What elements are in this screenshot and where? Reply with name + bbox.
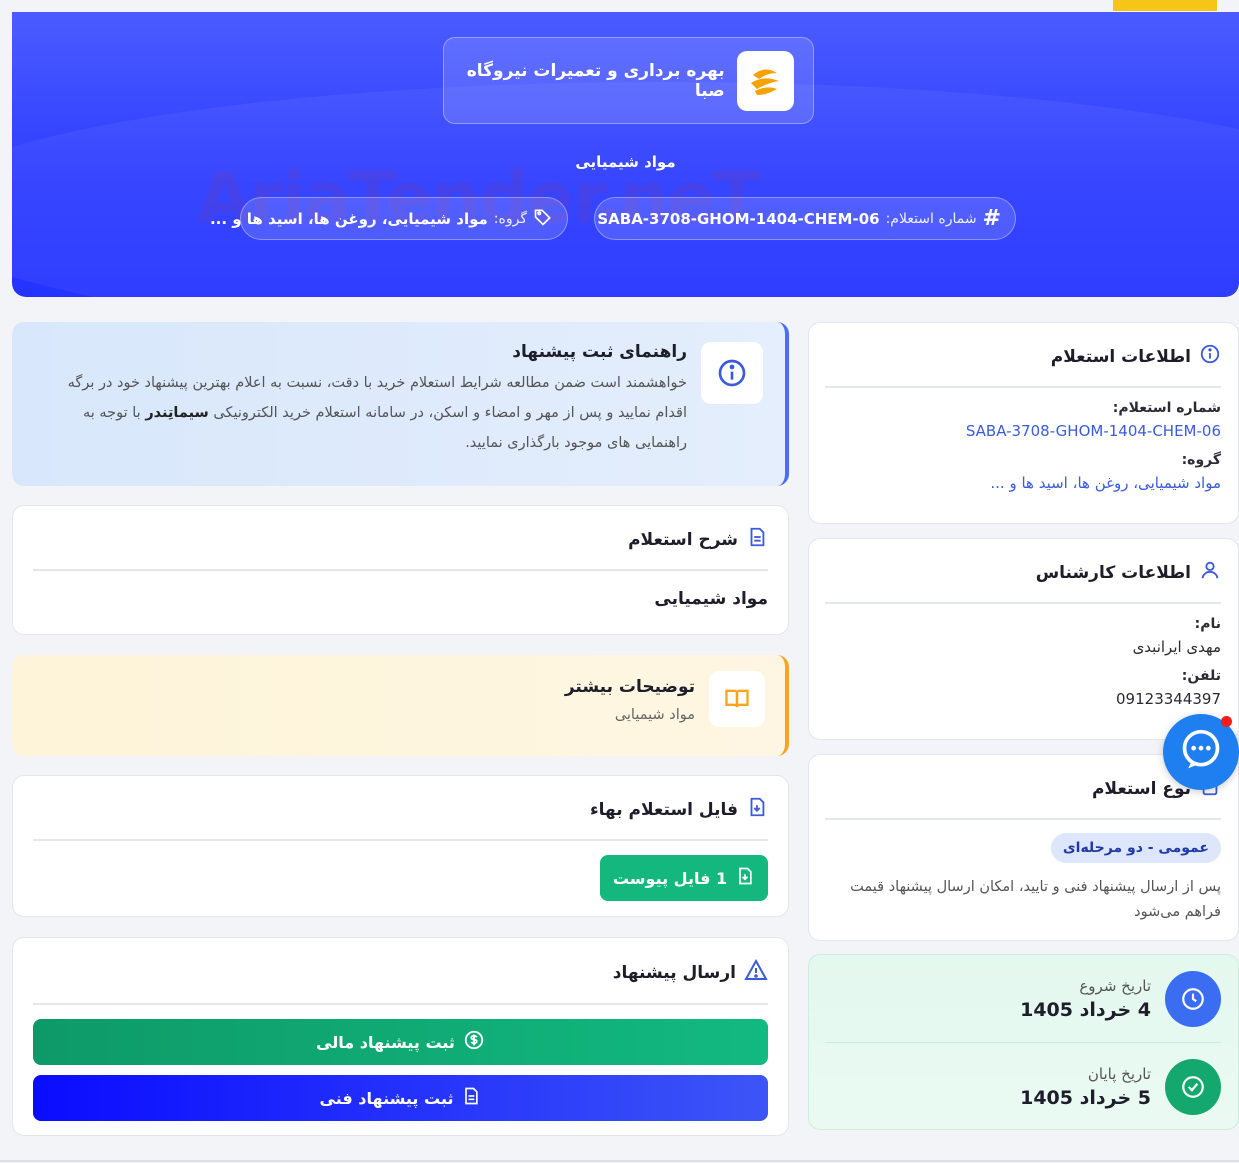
- start-date-row: تاریخ شروع 4 خرداد 1405: [825, 955, 1221, 1042]
- file-text-icon: [746, 526, 768, 553]
- technical-proposal-button[interactable]: ثبت پیشنهاد فنی: [33, 1075, 768, 1121]
- hero-title: مواد شیمیایی: [575, 153, 676, 171]
- group-value: مواد شیمیایی، روغن ها، اسید ها و ...: [209, 209, 488, 228]
- expert-name-label: نام:: [1194, 616, 1221, 632]
- organization-logo-icon: [736, 50, 794, 111]
- inquiry-info-card: اطلاعات استعلام شماره استعلام: SABA-3708…: [808, 322, 1239, 524]
- divider: [33, 839, 768, 841]
- expert-info-card: اطلاعات کارشناس نام: مهدی ایرانبدی تلفن:…: [808, 538, 1239, 740]
- inquiry-info-title: اطلاعات استعلام: [1050, 346, 1191, 367]
- inquiry-type-badge: عمومی - دو مرحله‌ای: [1050, 833, 1221, 863]
- inquiry-description-card: شرح استعلام مواد شیمیایی: [12, 505, 789, 635]
- divider: [825, 818, 1221, 820]
- financial-proposal-button[interactable]: ثبت پیشنهاد مالی: [33, 1019, 768, 1065]
- footer-divider: [0, 1160, 1239, 1162]
- expert-phone-label: تلفن:: [1181, 668, 1221, 684]
- divider: [825, 386, 1221, 388]
- send-proposal-title: ارسال پیشنهاد: [612, 962, 736, 983]
- inquiry-description-title: شرح استعلام: [628, 529, 738, 550]
- expert-info-header: اطلاعات کارشناس: [825, 559, 1221, 586]
- info-icon: [1199, 343, 1221, 370]
- group-pill: گروه: مواد شیمیایی، روغن ها، اسید ها و .…: [210, 197, 568, 240]
- inquiry-description-header: شرح استعلام: [33, 526, 768, 553]
- inquiry-type-card: نوع استعلام عمومی - دو مرحله‌ای پس از ار…: [808, 754, 1239, 941]
- send-proposal-header: ارسال پیشنهاد: [33, 958, 768, 987]
- file-download-icon: [746, 796, 768, 823]
- group-label: گروه:: [493, 210, 527, 227]
- dollar-icon: [463, 1029, 485, 1055]
- start-date-label: تاریخ شروع: [1079, 976, 1151, 995]
- send-proposal-card: ارسال پیشنهاد ثبت پیشنهاد مالی ثبت پیشنه…: [12, 937, 789, 1136]
- inquiry-info-header: اطلاعات استعلام: [825, 343, 1221, 370]
- tag-icon: [533, 207, 553, 231]
- technical-proposal-label: ثبت پیشنهاد فنی: [319, 1088, 454, 1108]
- attachment-button-label: 1 فایل پیوست: [612, 868, 728, 888]
- expert-name-value: مهدی ایرانبدی: [1132, 638, 1221, 656]
- group-label: گروه:: [1181, 452, 1221, 468]
- divider: [33, 569, 768, 571]
- dates-card: تاریخ شروع 4 خرداد 1405 تاریخ پایان 5 خر…: [808, 954, 1239, 1130]
- info-icon: [701, 342, 763, 404]
- clock-icon: [1165, 970, 1221, 1027]
- hash-icon: #: [982, 206, 1001, 231]
- divider: [33, 1003, 768, 1005]
- group-link[interactable]: مواد شیمیایی، روغن ها، اسید ها و ...: [825, 474, 1221, 492]
- submission-guide-title: راهنمای ثبت پیشنهاد: [512, 342, 687, 362]
- notification-dot: [1221, 716, 1232, 727]
- document-icon: [461, 1086, 481, 1110]
- hero-banner: AriaTender.neT بهره برداری و تعمیرات نیر…: [12, 12, 1239, 297]
- organization-name: بهره برداری و تعمیرات نیروگاه صبا: [466, 60, 725, 101]
- expert-phone-value: 09123344397: [1116, 690, 1221, 708]
- start-date-value: 4 خرداد 1405: [1020, 998, 1151, 1021]
- submission-guide-card: راهنمای ثبت پیشنهاد خواهشمند است ضمن مطا…: [12, 322, 789, 486]
- price-inquiry-file-title: فایل استعلام بهاء: [589, 799, 738, 820]
- file-download-icon: [735, 866, 755, 890]
- inquiry-type-description: پس از ارسال پیشنهاد فنی و تایید، امکان ا…: [850, 879, 1221, 920]
- chat-bubble-icon: [1179, 728, 1223, 776]
- inquiry-number-value: SABA-3708-GHOM-1404-CHEM-06: [597, 209, 880, 228]
- end-date-row: تاریخ پایان 5 خرداد 1405: [825, 1043, 1221, 1130]
- book-icon: [709, 671, 765, 727]
- divider: [825, 602, 1221, 604]
- inquiry-description-value: مواد شیمیایی: [654, 589, 768, 609]
- inquiry-number-link[interactable]: SABA-3708-GHOM-1404-CHEM-06: [825, 422, 1221, 440]
- end-date-value: 5 خرداد 1405: [1020, 1086, 1151, 1109]
- attachment-button[interactable]: 1 فایل پیوست: [600, 855, 768, 901]
- financial-proposal-label: ثبت پیشنهاد مالی: [316, 1032, 455, 1052]
- inquiry-number-pill: # شماره استعلام: SABA-3708-GHOM-1404-CHE…: [594, 197, 1016, 240]
- brand-name: سیماتِندر: [145, 405, 209, 421]
- price-inquiry-file-header: فایل استعلام بهاء: [33, 796, 768, 823]
- inquiry-number-label: شماره استعلام:: [1112, 400, 1221, 416]
- more-details-title: توضیحات بیشتر: [564, 677, 695, 697]
- user-icon: [1199, 559, 1221, 586]
- check-circle-icon: [1165, 1058, 1221, 1115]
- price-inquiry-file-card: فایل استعلام بهاء 1 فایل پیوست: [12, 775, 789, 917]
- more-details-card: توضیحات بیشتر مواد شیمیایی: [12, 655, 789, 756]
- inquiry-number-label: شماره استعلام:: [885, 210, 977, 227]
- warning-triangle-icon: [744, 958, 768, 987]
- more-details-value: مواد شیمیایی: [614, 707, 695, 723]
- inquiry-type-header: نوع استعلام: [825, 775, 1221, 802]
- submission-guide-text: خواهشمند است ضمن مطالعه شرایط استعلام خر…: [34, 368, 687, 458]
- expert-info-title: اطلاعات کارشناس: [1035, 562, 1191, 583]
- top-accent-bar: [1113, 0, 1217, 11]
- end-date-label: تاریخ پایان: [1087, 1064, 1151, 1083]
- organization-card: بهره برداری و تعمیرات نیروگاه صبا: [443, 37, 814, 124]
